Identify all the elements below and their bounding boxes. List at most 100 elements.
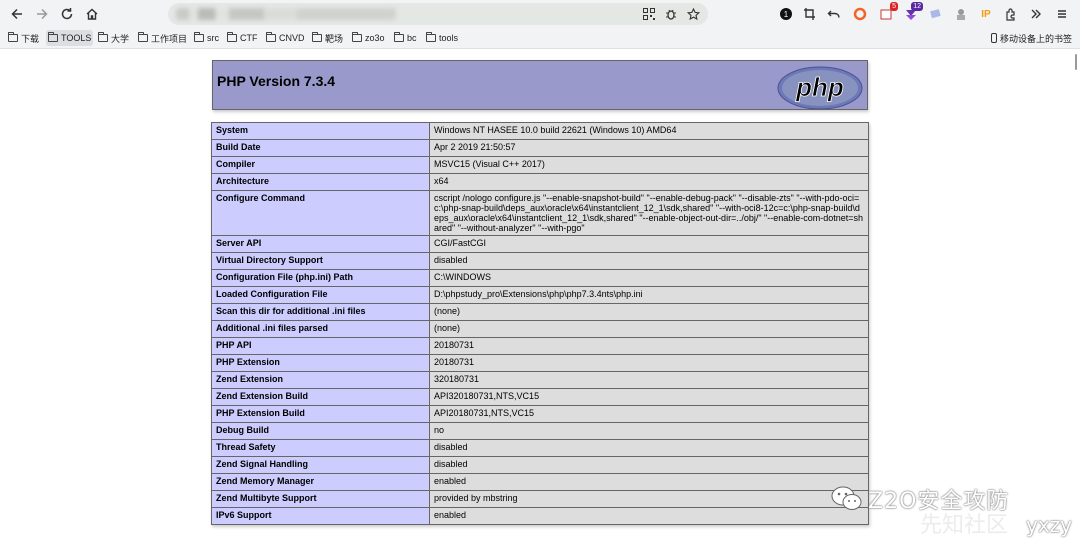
page-title: PHP Version 7.3.4 bbox=[217, 73, 336, 89]
php-logo-text: php bbox=[795, 72, 844, 102]
row-value: CGI/FastCGI bbox=[429, 235, 869, 253]
bookmark-folder[interactable]: src bbox=[192, 30, 221, 46]
table-row: Zend Multibyte Support provided by mbstri… bbox=[211, 490, 869, 508]
browser-toolbar: 1 5 12 IP bbox=[0, 0, 1080, 28]
row-value: 20180731 bbox=[429, 337, 869, 355]
bookmark-label: CNVD bbox=[279, 33, 305, 43]
bookmark-label: bc bbox=[407, 33, 417, 43]
row-value: API320180731,NTS,VC15 bbox=[429, 388, 869, 406]
translate-extension-icon[interactable] bbox=[926, 4, 946, 24]
qr-code-icon[interactable] bbox=[640, 5, 658, 23]
bookmark-folder[interactable]: TOOLS bbox=[46, 30, 94, 46]
row-value: 20180731 bbox=[429, 354, 869, 372]
phpinfo-header: PHP Version 7.3.4 php bbox=[212, 60, 868, 110]
table-row: Loaded Configuration File D:\phpstudy_pro… bbox=[211, 286, 869, 304]
mobile-bookmarks[interactable]: 移动设备上的书签 bbox=[990, 30, 1072, 46]
row-value: enabled bbox=[429, 507, 869, 525]
table-row: Configure Command cscript /nologo configu… bbox=[211, 190, 869, 236]
circle-one-extension-icon[interactable]: 1 bbox=[776, 4, 796, 24]
table-row: Compiler MSVC15 (Visual C++ 2017) bbox=[211, 156, 869, 174]
robot-extension-icon[interactable] bbox=[951, 4, 971, 24]
row-value: no bbox=[429, 422, 869, 440]
bookmark-label: CTF bbox=[240, 33, 258, 43]
bookmark-folder[interactable]: bc bbox=[392, 30, 419, 46]
bookmark-folder[interactable]: tools bbox=[424, 30, 460, 46]
table-row: Zend Signal Handling disabled bbox=[211, 456, 869, 474]
row-value: disabled bbox=[429, 252, 869, 270]
red-badge-extension-icon[interactable]: 5 bbox=[876, 2, 898, 24]
home-icon[interactable] bbox=[81, 4, 103, 24]
undo-icon[interactable] bbox=[824, 4, 844, 24]
extensions-icon[interactable] bbox=[1001, 4, 1021, 24]
scrollbar[interactable] bbox=[1075, 54, 1077, 70]
row-key: Zend Signal Handling bbox=[211, 456, 430, 474]
mobile-bookmarks-label: 移动设备上的书签 bbox=[999, 33, 1072, 44]
ip-extension-icon[interactable]: IP bbox=[976, 4, 996, 24]
folder-icon bbox=[138, 32, 148, 42]
folder-icon bbox=[426, 32, 436, 42]
menu-icon[interactable] bbox=[1052, 4, 1072, 24]
table-row: Zend Memory Manager enabled bbox=[211, 473, 869, 491]
purple-badge-count: 12 bbox=[911, 2, 923, 11]
row-value: enabled bbox=[429, 473, 869, 491]
row-value: provided by mbstring bbox=[429, 490, 869, 508]
row-value: disabled bbox=[429, 456, 869, 474]
bookmark-label: tools bbox=[439, 33, 459, 43]
row-key: Server API bbox=[211, 235, 430, 253]
bookmark-label: TOOLS bbox=[61, 33, 92, 43]
bug-icon[interactable] bbox=[662, 5, 680, 23]
double-chevron-icon[interactable] bbox=[1026, 4, 1046, 24]
row-key: Zend Extension Build bbox=[211, 388, 430, 406]
address-bar[interactable] bbox=[168, 3, 708, 25]
bookmark-folder[interactable]: 靶场 bbox=[310, 30, 345, 46]
row-key: Loaded Configuration File bbox=[211, 286, 430, 304]
row-value: MSVC15 (Visual C++ 2017) bbox=[429, 156, 869, 174]
row-key: Zend Extension bbox=[211, 371, 430, 389]
row-key: Virtual Directory Support bbox=[211, 252, 430, 270]
bookmark-label: 工作项目 bbox=[151, 33, 188, 44]
bookmark-label: src bbox=[207, 33, 219, 43]
row-value: Apr 2 2019 21:50:57 bbox=[429, 139, 869, 157]
bookmark-folder[interactable]: 工作项目 bbox=[136, 30, 189, 46]
bookmark-label: 大学 bbox=[111, 33, 130, 44]
row-key: PHP Extension bbox=[211, 354, 430, 372]
back-arrow-icon[interactable] bbox=[6, 4, 28, 24]
row-key: Configure Command bbox=[211, 190, 430, 236]
row-value: (none) bbox=[429, 320, 869, 338]
folder-icon bbox=[98, 32, 108, 42]
orange-ring-extension-icon[interactable] bbox=[850, 4, 870, 24]
forward-arrow-icon[interactable] bbox=[31, 4, 53, 24]
php-logo-icon: php bbox=[777, 66, 863, 110]
table-row: Server API CGI/FastCGI bbox=[211, 235, 869, 253]
row-value: Windows NT HASEE 10.0 build 22621 (Windo… bbox=[429, 122, 869, 140]
row-key: IPv6 Support bbox=[211, 507, 430, 525]
table-row: System Windows NT HASEE 10.0 build 22621 … bbox=[211, 122, 869, 140]
bookmark-folder[interactable]: zo3o bbox=[350, 30, 387, 46]
bookmark-folder[interactable]: 大学 bbox=[96, 30, 131, 46]
row-value: API20180731,NTS,VC15 bbox=[429, 405, 869, 423]
bookmark-label: 靶场 bbox=[325, 33, 344, 44]
purple-arrow-extension-icon[interactable]: 12 bbox=[901, 2, 923, 24]
svg-text:1: 1 bbox=[784, 10, 789, 19]
row-value: cscript /nologo configure.js "--enable-s… bbox=[429, 190, 869, 236]
phpinfo-table: System Windows NT HASEE 10.0 build 22621 … bbox=[211, 122, 869, 525]
star-icon[interactable] bbox=[684, 5, 702, 23]
table-row: Configuration File (php.ini) Path C:\WIND… bbox=[211, 269, 869, 287]
bookmark-folder[interactable]: 下载 bbox=[6, 30, 41, 46]
row-value: disabled bbox=[429, 439, 869, 457]
row-value: (none) bbox=[429, 303, 869, 321]
row-key: Thread Safety bbox=[211, 439, 430, 457]
table-row: IPv6 Support enabled bbox=[211, 507, 869, 525]
folder-icon bbox=[352, 32, 362, 42]
crop-icon[interactable] bbox=[800, 4, 820, 24]
reload-icon[interactable] bbox=[56, 4, 78, 24]
row-key: System bbox=[211, 122, 430, 140]
watermark-sub-text: yxzy bbox=[1025, 513, 1072, 537]
bookmark-folder[interactable]: CTF bbox=[225, 30, 260, 46]
table-row: Scan this dir for additional .ini files(… bbox=[211, 303, 869, 321]
bookmark-folder[interactable]: CNVD bbox=[264, 30, 307, 46]
red-badge-count: 5 bbox=[890, 2, 898, 11]
blurred-url bbox=[176, 8, 396, 20]
folder-icon bbox=[8, 32, 18, 42]
row-value: 320180731 bbox=[429, 371, 869, 389]
